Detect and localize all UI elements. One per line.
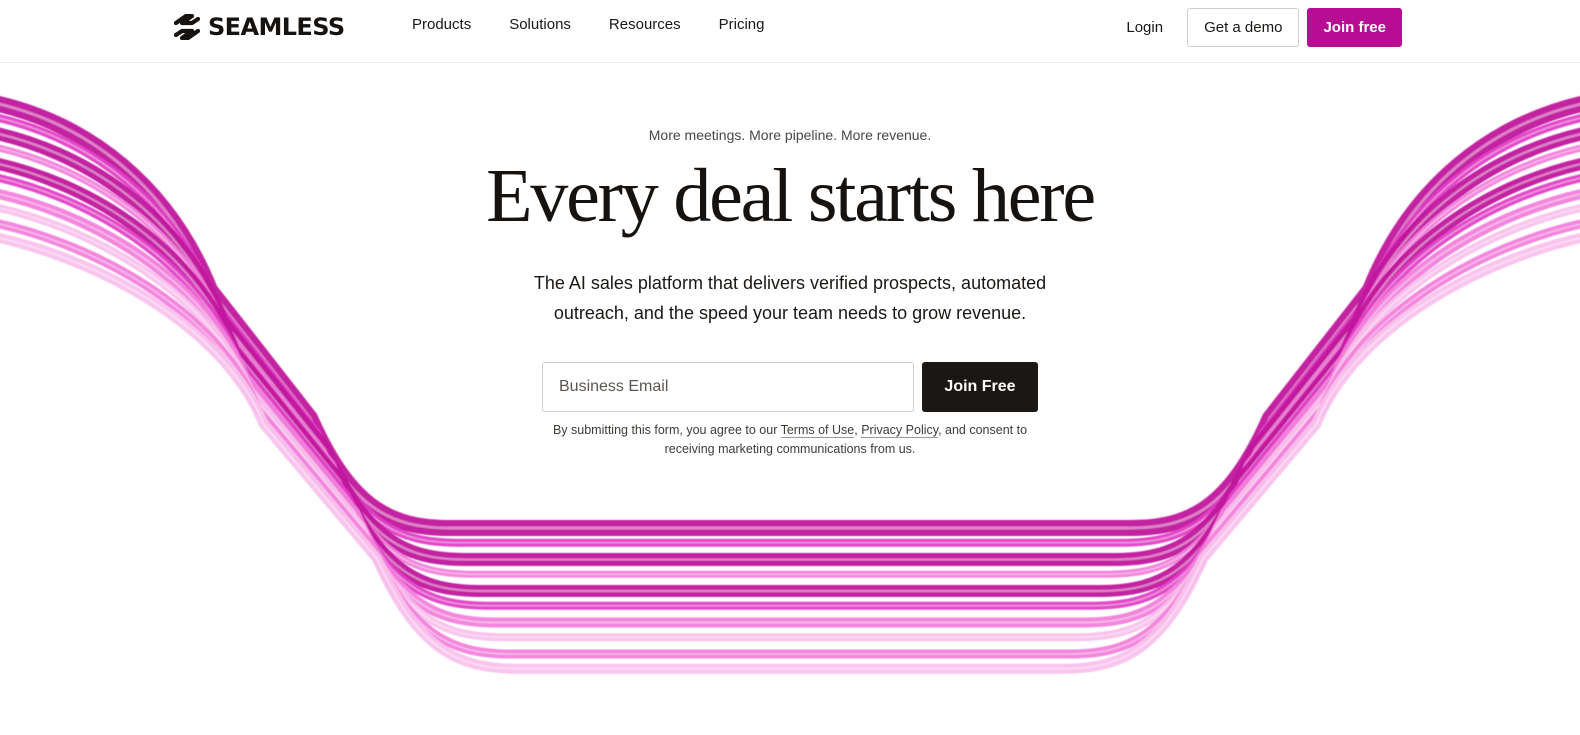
nav-item-products[interactable]: Products — [412, 15, 471, 35]
main-nav: Products Solutions Resources Pricing — [412, 15, 764, 35]
consent-text: By submitting this form, you agree to ou… — [550, 421, 1030, 459]
header-actions: Login Get a demo Join free — [1126, 8, 1402, 47]
seamless-logo-icon — [173, 14, 201, 40]
join-free-submit-button[interactable]: Join Free — [922, 362, 1038, 412]
hero-headline: Every deal starts here — [486, 154, 1096, 238]
hero-eyebrow: More meetings. More pipeline. More reven… — [648, 127, 932, 143]
nav-item-resources[interactable]: Resources — [609, 15, 681, 35]
logo-wordmark: SEAMLESS — [208, 13, 345, 41]
join-free-header-button[interactable]: Join free — [1307, 8, 1402, 47]
terms-of-use-link[interactable]: Terms of Use — [780, 423, 855, 438]
landing-page: SEAMLESS Products Solutions Resources Pr… — [0, 0, 1580, 735]
seamless-logo[interactable]: SEAMLESS — [172, 13, 345, 41]
hero-section: More meetings. More pipeline. More reven… — [0, 62, 1580, 459]
business-email-input[interactable] — [542, 362, 914, 412]
nav-item-pricing[interactable]: Pricing — [719, 15, 765, 35]
get-demo-button[interactable]: Get a demo — [1187, 8, 1300, 47]
site-header: SEAMLESS Products Solutions Resources Pr… — [0, 0, 1580, 63]
hero-subhead: The AI sales platform that delivers veri… — [533, 273, 1047, 323]
login-link[interactable]: Login — [1126, 19, 1163, 36]
nav-item-solutions[interactable]: Solutions — [509, 15, 571, 35]
signup-form: Join Free — [542, 362, 1038, 412]
consent-prefix: By submitting this form, you agree to ou… — [552, 423, 781, 437]
privacy-policy-link[interactable]: Privacy Policy — [861, 423, 939, 438]
